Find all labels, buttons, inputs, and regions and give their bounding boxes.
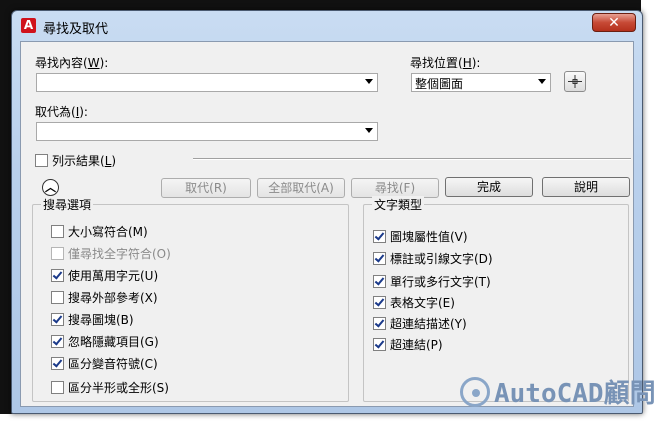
dialog-title: 尋找及取代 bbox=[43, 22, 109, 37]
find-replace-dialog: A 尋找及取代 ✕ 尋找內容(W): 尋找位置(H): 整個圖面 取代為(I): bbox=[11, 10, 643, 414]
search-blocks-checkbox[interactable]: 搜尋圖塊(B) bbox=[51, 311, 134, 327]
checkbox-box bbox=[51, 335, 64, 348]
chevron-down-icon bbox=[538, 79, 546, 84]
checkbox-box bbox=[373, 296, 386, 309]
separator bbox=[193, 158, 631, 160]
collapse-chevron-up-icon[interactable]: ︿ bbox=[42, 179, 59, 196]
checkbox-box bbox=[51, 313, 64, 326]
select-objects-button[interactable] bbox=[564, 71, 586, 92]
checkbox-box bbox=[373, 230, 386, 243]
replace-button[interactable]: 取代(R) bbox=[161, 178, 251, 198]
match-case-checkbox[interactable]: 大小寫符合(M) bbox=[51, 223, 148, 239]
find-where-label: 尋找位置(H): bbox=[410, 56, 481, 70]
background-edge bbox=[641, 0, 659, 425]
whole-words-checkbox[interactable]: 僅尋找全字符合(O) bbox=[51, 245, 171, 261]
watermark-text: AutoCAD顧問 bbox=[494, 379, 656, 409]
checkbox-box bbox=[51, 291, 64, 304]
find-what-label: 尋找內容(W): bbox=[35, 56, 109, 70]
help-button[interactable]: 說明 bbox=[542, 177, 630, 197]
search-xrefs-checkbox[interactable]: 搜尋外部參考(X) bbox=[51, 289, 158, 305]
dialog-client-area: 尋找內容(W): 尋找位置(H): 整個圖面 取代為(I): 列示結果(L) ︿… bbox=[20, 41, 634, 407]
replace-all-button[interactable]: 全部取代(A) bbox=[257, 178, 345, 198]
checkbox-box bbox=[373, 338, 386, 351]
checkbox-box bbox=[51, 269, 64, 282]
ignore-hidden-checkbox[interactable]: 忽略隱藏項目(G) bbox=[51, 333, 159, 349]
hyperlink-description-checkbox[interactable]: 超連結描述(Y) bbox=[373, 315, 467, 331]
checkbox-box bbox=[373, 275, 386, 288]
checkbox-box bbox=[51, 247, 64, 260]
hyperlink-checkbox[interactable]: 超連結(P) bbox=[373, 336, 443, 352]
find-where-value: 整個圖面 bbox=[415, 77, 464, 91]
close-button[interactable]: ✕ bbox=[592, 13, 636, 32]
chevron-down-icon bbox=[365, 79, 373, 84]
title-bar[interactable]: A 尋找及取代 ✕ bbox=[12, 11, 642, 39]
find-where-select[interactable]: 整個圖面 bbox=[411, 73, 551, 92]
watermark-logo-icon bbox=[460, 376, 490, 407]
single-multiline-text-checkbox[interactable]: 單行或多行文字(T) bbox=[373, 273, 491, 289]
match-diacritics-checkbox[interactable]: 區分變音符號(C) bbox=[51, 355, 158, 371]
find-what-combo[interactable] bbox=[36, 73, 378, 92]
chevron-down-icon bbox=[365, 128, 373, 133]
crosshair-icon bbox=[568, 75, 582, 88]
replace-with-label: 取代為(I): bbox=[35, 105, 88, 119]
checkbox-box bbox=[373, 317, 386, 330]
watermark: AutoCAD顧問 bbox=[460, 373, 656, 410]
checkbox-box bbox=[35, 154, 48, 167]
dimension-leader-checkbox[interactable]: 標註或引線文字(D) bbox=[373, 250, 493, 266]
replace-with-combo[interactable] bbox=[36, 122, 378, 141]
checkbox-box bbox=[51, 357, 64, 370]
done-button[interactable]: 完成 bbox=[445, 177, 533, 197]
match-halfwidth-checkbox[interactable]: 區分半形或全形(S) bbox=[51, 379, 169, 395]
table-text-checkbox[interactable]: 表格文字(E) bbox=[373, 294, 455, 310]
block-attribute-checkbox[interactable]: 圖塊屬性值(V) bbox=[373, 228, 468, 244]
checkbox-box bbox=[51, 225, 64, 238]
find-button[interactable]: 尋找(F) bbox=[351, 178, 439, 198]
list-results-checkbox[interactable]: 列示結果(L) bbox=[35, 152, 116, 168]
text-types-title: 文字類型 bbox=[372, 196, 425, 213]
checkbox-box bbox=[373, 252, 386, 265]
background-bottom bbox=[0, 414, 659, 425]
search-options-title: 搜尋選項 bbox=[41, 196, 94, 213]
checkbox-box bbox=[51, 381, 64, 394]
autocad-logo-icon: A bbox=[21, 18, 36, 33]
use-wildcards-checkbox[interactable]: 使用萬用字元(U) bbox=[51, 267, 158, 283]
